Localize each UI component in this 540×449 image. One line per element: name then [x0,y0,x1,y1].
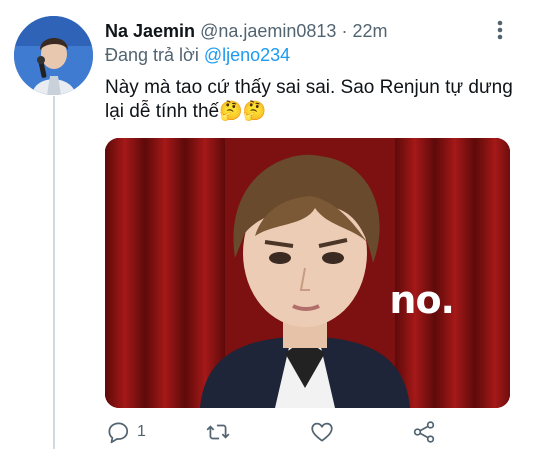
reply-prefix: Đang trả lời [105,45,199,65]
more-vertical-icon [497,20,503,40]
user-handle[interactable]: @na.jaemin0813 [200,21,336,41]
media-image [105,138,510,408]
more-options-button[interactable] [490,18,510,42]
display-name[interactable]: Na Jaemin [105,21,195,41]
tweet-text-line: lại dễ tính thế🤔🤔 [105,101,267,122]
avatar-photo [14,16,93,95]
thread-line [53,96,55,449]
retweet-button[interactable] [205,418,231,446]
tweet-header: Na Jaemin @na.jaemin0813 · 22m [105,20,490,42]
reply-context: Đang trả lời @ljeno234 [105,44,290,66]
timestamp[interactable]: 22m [352,21,387,41]
tweet-media[interactable]: no. [105,138,510,408]
media-caption: no. [389,278,455,322]
heart-icon [311,422,333,442]
like-button[interactable] [309,418,335,446]
tweet-text: Này mà tao cứ thấy sai sai. Sao Renjun t… [105,76,525,124]
reply-button[interactable]: 1 [105,418,146,446]
share-icon [413,421,435,443]
reply-count: 1 [137,423,146,440]
reply-icon [108,422,129,444]
retweet-icon [206,424,230,440]
tweet-actions: 1 [105,418,455,446]
tweet-text-line: Này mà tao cứ thấy sai sai. Sao Renjun t… [105,77,513,98]
reply-mention-link[interactable]: @ljeno234 [204,45,290,65]
avatar[interactable] [14,16,93,95]
share-button[interactable] [411,418,437,446]
separator: · [341,21,348,41]
